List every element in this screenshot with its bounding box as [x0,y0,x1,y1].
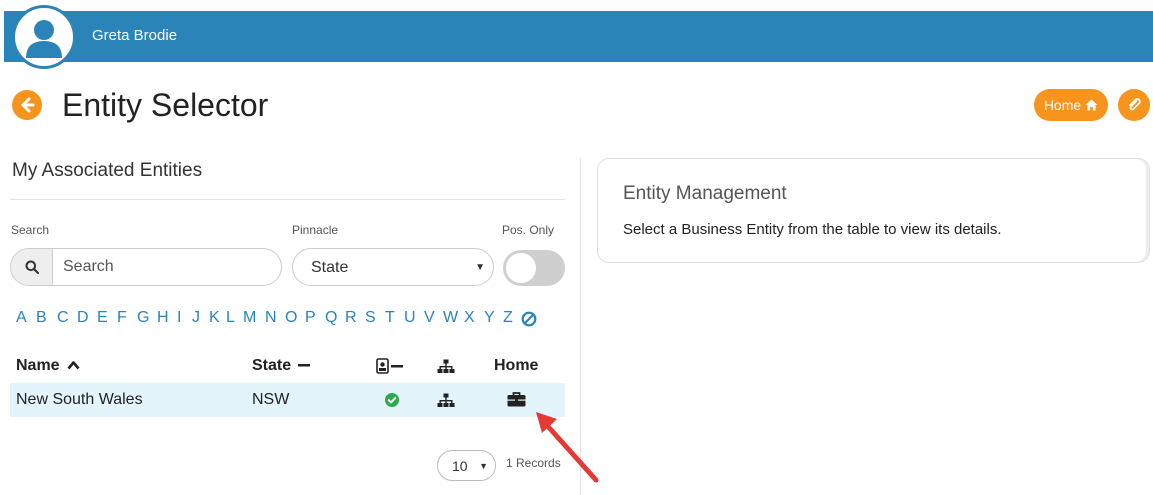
home-button[interactable]: Home [1034,89,1108,121]
back-button[interactable] [12,90,42,120]
alpha-letter[interactable]: M [243,309,265,327]
alpha-letter[interactable]: U [404,309,424,327]
alpha-letter[interactable]: W [443,309,464,327]
alpha-letter[interactable]: B [36,309,57,327]
alpha-letter[interactable]: L [226,309,243,327]
user-avatar[interactable] [12,5,76,69]
card-title: Entity Management [623,183,787,204]
pinnacle-selected-value: State [311,259,349,276]
sitemap-icon [437,393,455,407]
cell-home[interactable] [507,392,526,412]
check-circle-icon [385,393,399,407]
column-header-home[interactable]: Home [494,357,538,375]
top-bar: Greta Brodie [4,11,1153,62]
search-label: Search [11,223,50,237]
page-size-value: 10 [452,458,468,474]
alpha-letter[interactable]: G [137,309,157,327]
attachment-button[interactable] [1118,89,1150,121]
cell-entity-name[interactable]: New South Wales [16,391,143,409]
user-name: Greta Brodie [92,27,178,44]
search-input[interactable] [63,249,273,285]
sort-none-icon [297,364,310,367]
alpha-letter[interactable]: N [265,309,285,327]
home-button-label: Home [1043,97,1082,113]
column-header-positional[interactable] [376,358,406,379]
alpha-letter[interactable]: C [57,309,77,327]
search-addon [11,249,53,285]
alpha-letter[interactable]: V [424,309,443,327]
section-divider [10,199,565,200]
alpha-letter[interactable]: J [192,309,209,327]
cell-hierarchy[interactable] [437,393,455,413]
alpha-letter[interactable]: O [285,309,305,327]
alpha-letter[interactable]: D [77,309,97,327]
search-icon [25,260,39,274]
associated-entities-heading: My Associated Entities [12,160,203,181]
pos-only-toggle[interactable] [503,250,565,286]
pinnacle-label: Pinnacle [292,223,339,237]
alpha-letter[interactable]: I [177,309,192,327]
alpha-letter[interactable]: Q [325,309,345,327]
alpha-letter[interactable]: X [464,309,484,327]
page-size-select[interactable]: 10 ▼ [437,450,496,481]
clear-filter-icon[interactable] [521,311,537,327]
pinnacle-select[interactable]: State ▼ [292,248,494,286]
toggle-knob [506,253,536,283]
sitemap-icon [437,359,455,373]
chevron-down-icon: ▼ [479,461,488,471]
column-header-name[interactable]: Name [16,357,80,375]
chevron-down-icon: ▼ [475,262,485,273]
page-title: Entity Selector [62,87,269,123]
alpha-letter[interactable]: Y [484,309,503,327]
alpha-letter[interactable]: R [345,309,365,327]
card-text: Select a Business Entity from the table … [623,221,1002,238]
cell-entity-state: NSW [252,391,290,408]
alpha-letter[interactable]: F [117,309,137,327]
home-icon [1085,99,1098,111]
sort-ascending-icon [67,361,80,370]
alphabet-filter: ABCDEFGHIJKLMNOPQRSTUVWXYZ [16,309,537,327]
sort-none-icon [391,365,403,368]
alpha-letter[interactable]: T [385,309,404,327]
arrow-left-icon [21,97,35,113]
user-icon [26,20,62,58]
pos-only-label: Pos. Only [502,223,555,237]
column-name-label: Name [16,357,60,374]
entity-management-card: Entity Management Select a Business Enti… [597,158,1150,263]
alpha-letter[interactable]: A [16,309,36,327]
column-state-label: State [252,357,292,374]
annotation-arrow-icon [536,412,599,483]
alpha-letter[interactable]: K [209,309,226,327]
briefcase-icon [507,392,526,407]
alpha-letter[interactable]: Z [503,309,521,327]
alpha-letter[interactable]: S [365,309,385,327]
column-header-hierarchy[interactable] [437,359,455,379]
paperclip-icon [1129,98,1141,111]
cell-positional [385,393,399,412]
column-header-state[interactable]: State [252,357,311,375]
search-field [10,248,282,286]
alpha-letter[interactable]: P [305,309,325,327]
id-badge-icon [376,358,403,374]
alpha-letter[interactable]: H [157,309,177,327]
alpha-letter[interactable]: E [97,309,117,327]
